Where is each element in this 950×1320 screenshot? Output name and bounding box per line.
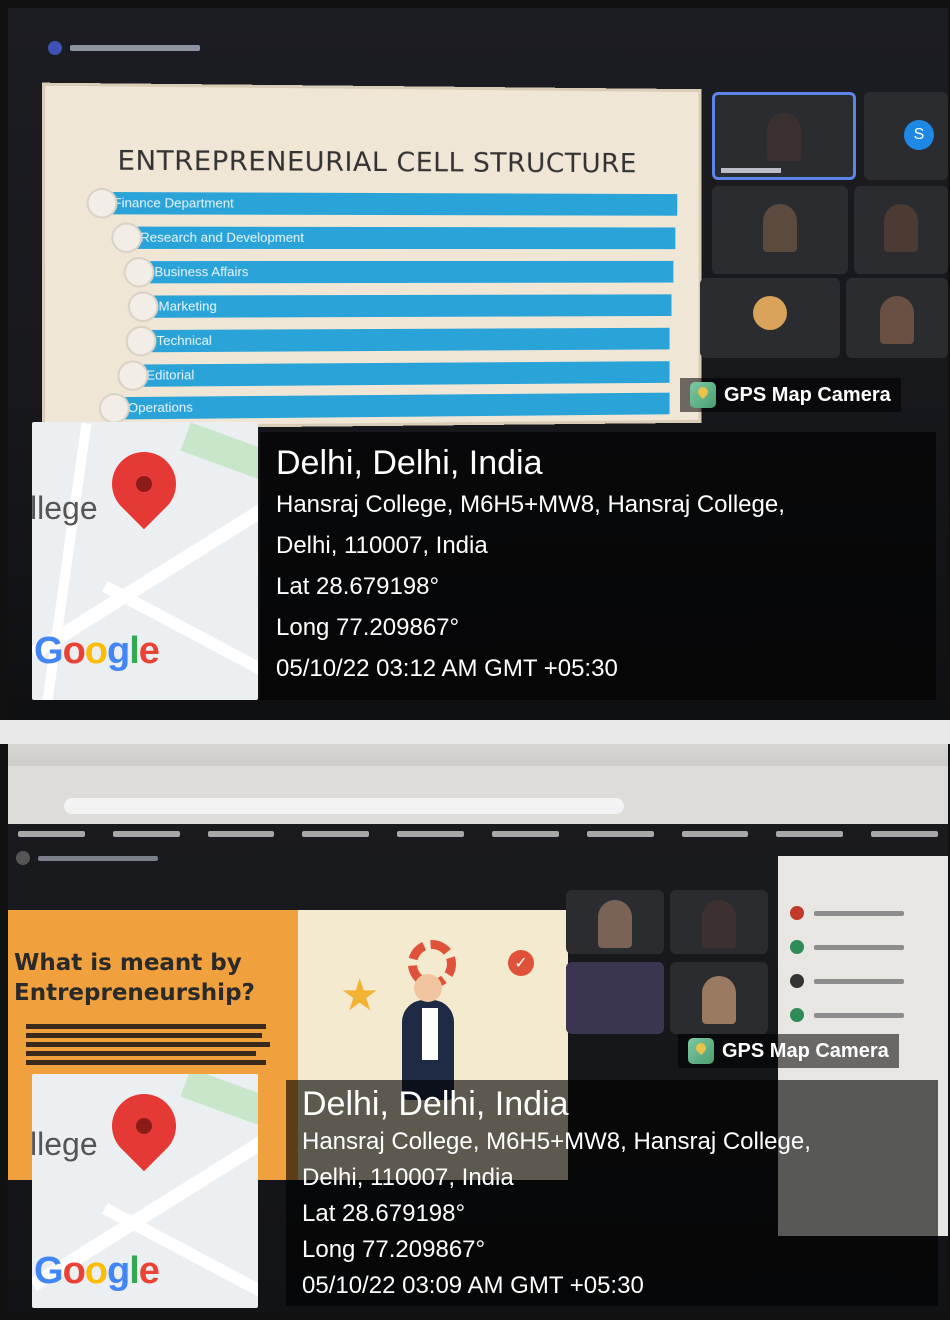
presenter-avatar (16, 851, 30, 865)
slide-structure: ENTREPRENEURIAL CELL STRUCTURE Finance D… (42, 82, 702, 430)
browser-toolbar (8, 766, 948, 837)
google-logo: Google (34, 1250, 160, 1292)
map-thumbnail: llege Google (32, 422, 258, 700)
slide-item-marketing: Marketing (144, 294, 672, 318)
slide-item-bullet (86, 187, 118, 219)
gps-app-icon (690, 382, 716, 408)
slide-item-finance: Finance Department (98, 191, 678, 216)
bookmarks-bar (18, 828, 938, 840)
presenting-bar (48, 36, 200, 60)
participant-tile[interactable] (854, 186, 948, 274)
participant-avatar: S (904, 120, 934, 150)
location-address-1: Hansraj College, M6H5+MW8, Hansraj Colle… (302, 1128, 811, 1155)
slide-item-editorial: Editorial (131, 361, 670, 387)
location-address-2: Delhi, 110007, India (302, 1164, 514, 1191)
location-address-1: Hansraj College, M6H5+MW8, Hansraj Colle… (276, 491, 785, 518)
gps-app-name: GPS Map Camera (724, 383, 891, 406)
location-info: Delhi, Delhi, India Hansraj College, M6H… (260, 432, 936, 700)
participant-tile[interactable]: S (864, 92, 948, 180)
map-label: llege (32, 1126, 98, 1162)
location-pin-icon (98, 438, 190, 530)
gps-app-label: GPS Map Camera (678, 1034, 899, 1068)
participant-tile-active[interactable] (712, 92, 856, 180)
slide-item-bullet (123, 257, 155, 288)
location-lat: Lat 28.679198° (302, 1200, 466, 1227)
slide-body-text (26, 1020, 276, 1069)
slide-title-line-2: Entrepreneurship? (14, 980, 255, 1006)
location-info: Delhi, Delhi, India Hansraj College, M6H… (286, 1080, 938, 1306)
slide-item-business: Business Affairs (140, 260, 674, 284)
location-datetime: 05/10/22 03:12 AM GMT +05:30 (276, 655, 618, 682)
participant-tile[interactable] (712, 186, 848, 274)
location-address-2: Delhi, 110007, India (276, 532, 488, 559)
slide-item-bullet (117, 360, 149, 392)
photo-divider (0, 720, 950, 744)
slide-item-technical: Technical (142, 327, 670, 353)
photo-meeting-structure: ENTREPRENEURIAL CELL STRUCTURE Finance D… (8, 8, 948, 720)
slide-title-line-1: What is meant by (14, 950, 242, 976)
participant-tile[interactable] (846, 278, 948, 358)
slide-item-bullet (98, 392, 130, 424)
participant-tile[interactable] (670, 962, 768, 1034)
star-icon: ★ (340, 971, 380, 1020)
photo-meeting-entrepreneurship: What is meant by Entrepreneurship? ★ ✓ G… (8, 744, 948, 1312)
gps-app-label: GPS Map Camera (680, 378, 901, 412)
check-icon: ✓ (508, 950, 534, 976)
url-bar[interactable] (64, 798, 624, 814)
location-pin-icon (98, 1080, 190, 1172)
slide-item-bullet (111, 222, 143, 253)
presenting-bar (16, 846, 158, 870)
slide-item-bullet (125, 325, 157, 357)
participant-tile[interactable] (566, 962, 664, 1034)
location-datetime: 05/10/22 03:09 AM GMT +05:30 (302, 1272, 644, 1299)
location-lat: Lat 28.679198° (276, 573, 440, 600)
map-thumbnail: llege Google (32, 1074, 258, 1308)
location-city: Delhi, Delhi, India (276, 444, 543, 482)
presenter-text (70, 45, 200, 51)
slide-item-bullet (127, 291, 159, 322)
location-long: Long 77.209867° (276, 614, 460, 641)
participant-tile[interactable] (700, 278, 840, 358)
slide-title: ENTREPRENEURIAL CELL STRUCTURE (117, 145, 637, 180)
slide-item-research: Research and Development (125, 226, 676, 250)
presenter-avatar (48, 41, 62, 55)
gps-app-name: GPS Map Camera (722, 1039, 889, 1062)
slide-item-operations: Operations (113, 392, 670, 420)
google-logo: Google (34, 630, 160, 672)
participant-tile[interactable] (670, 890, 768, 954)
gps-app-icon (688, 1038, 714, 1064)
location-long: Long 77.209867° (302, 1236, 486, 1263)
participant-tile[interactable] (566, 890, 664, 954)
map-label: llege (32, 490, 98, 526)
location-city: Delhi, Delhi, India (302, 1085, 569, 1123)
slide-title: What is meant by Entrepreneurship? (14, 948, 304, 1008)
